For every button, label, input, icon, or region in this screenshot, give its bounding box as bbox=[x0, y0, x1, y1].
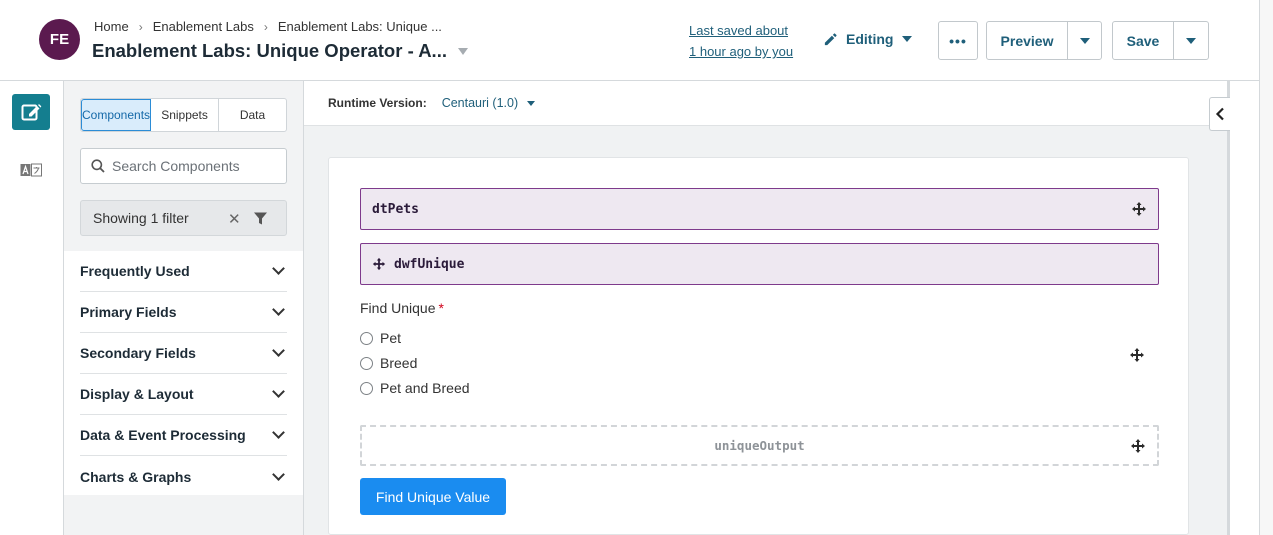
components-panel: Components Snippets Data Showing 1 filte… bbox=[64, 81, 304, 535]
radio-option-pet-and-breed[interactable]: Pet and Breed bbox=[360, 380, 470, 396]
editor-main: Runtime Version: Centauri (1.0) dtPets d… bbox=[304, 81, 1227, 535]
last-saved-line1: Last saved about bbox=[689, 23, 789, 38]
category-label: Data & Event Processing bbox=[80, 427, 246, 443]
component-name: uniqueOutput bbox=[714, 438, 805, 453]
edit-square-icon bbox=[21, 104, 42, 121]
component-dwfunique[interactable]: dwfUnique bbox=[360, 243, 1159, 285]
window-scrollbar[interactable] bbox=[1259, 0, 1273, 535]
filter-status-text: Showing 1 filter bbox=[93, 210, 189, 226]
tab-snippets[interactable]: Snippets bbox=[151, 99, 220, 131]
edit-page-icon[interactable] bbox=[12, 94, 50, 130]
preview-dropdown-button[interactable] bbox=[1067, 21, 1102, 60]
field-label-text: Find Unique bbox=[360, 300, 436, 316]
find-unique-value-button[interactable]: Find Unique Value bbox=[360, 478, 506, 515]
caret-down-icon[interactable] bbox=[527, 100, 536, 106]
chevron-down-icon bbox=[272, 426, 285, 439]
save-dropdown-button[interactable] bbox=[1173, 21, 1209, 60]
move-icon[interactable] bbox=[1130, 438, 1146, 454]
mode-dropdown[interactable]: Editing bbox=[823, 31, 913, 47]
category-label: Frequently Used bbox=[80, 263, 190, 279]
save-button[interactable]: Save bbox=[1112, 21, 1174, 60]
panel-tabs: Components Snippets Data bbox=[80, 98, 287, 132]
collapse-panel-button[interactable] bbox=[1209, 97, 1230, 131]
find-unique-label: Find Unique * bbox=[360, 300, 444, 316]
category-secondary-fields[interactable]: Secondary Fields bbox=[80, 333, 287, 374]
required-marker: * bbox=[438, 300, 444, 316]
radio-button[interactable] bbox=[360, 331, 373, 345]
category-data-event-processing[interactable]: Data & Event Processing bbox=[80, 415, 287, 456]
breadcrumb-enablement-labs[interactable]: Enablement Labs bbox=[153, 19, 254, 34]
last-saved-link[interactable]: Last saved about 1 hour ago by you bbox=[689, 20, 793, 62]
filter-funnel-icon[interactable] bbox=[253, 211, 268, 226]
translation-icon[interactable] bbox=[20, 163, 42, 182]
left-rail bbox=[0, 81, 64, 535]
translate-icon bbox=[20, 163, 42, 177]
caret-down-icon bbox=[902, 36, 913, 42]
runtime-bar: Runtime Version: Centauri (1.0) bbox=[304, 81, 1227, 126]
radio-label: Breed bbox=[380, 355, 418, 371]
radio-option-pet[interactable]: Pet bbox=[360, 330, 401, 346]
more-options-button[interactable]: ••• bbox=[938, 21, 978, 60]
right-panel-divider bbox=[1227, 81, 1230, 535]
component-name: dwfUnique bbox=[394, 256, 465, 272]
search-icon bbox=[91, 159, 105, 173]
preview-button[interactable]: Preview bbox=[986, 21, 1068, 60]
chevron-down-icon bbox=[272, 385, 285, 398]
category-label: Secondary Fields bbox=[80, 345, 196, 361]
user-avatar[interactable]: FE bbox=[39, 19, 80, 60]
chevron-right-icon: › bbox=[138, 19, 143, 34]
category-display-layout[interactable]: Display & Layout bbox=[80, 374, 287, 415]
page-title-text: Enablement Labs: Unique Operator - A... bbox=[92, 40, 447, 61]
runtime-version-dropdown[interactable]: Centauri (1.0) bbox=[442, 96, 518, 110]
page-canvas: dtPets dwfUnique Find Unique * Pet Breed … bbox=[328, 157, 1189, 535]
clear-filter-icon[interactable]: ✕ bbox=[228, 210, 241, 228]
search-box bbox=[80, 148, 287, 184]
mode-label: Editing bbox=[846, 31, 894, 47]
breadcrumb-home[interactable]: Home bbox=[94, 19, 129, 34]
category-primary-fields[interactable]: Primary Fields bbox=[80, 292, 287, 333]
tab-data[interactable]: Data bbox=[219, 99, 286, 131]
chevron-left-icon bbox=[1215, 107, 1224, 121]
chevron-down-icon bbox=[272, 344, 285, 357]
chevron-down-icon bbox=[272, 303, 285, 316]
category-label: Primary Fields bbox=[80, 304, 177, 320]
radio-label: Pet and Breed bbox=[380, 380, 470, 396]
chevron-down-icon bbox=[272, 262, 285, 275]
category-label: Display & Layout bbox=[80, 386, 194, 402]
move-icon[interactable] bbox=[1129, 347, 1145, 363]
page-title[interactable]: Enablement Labs: Unique Operator - A... bbox=[92, 40, 468, 62]
filter-bar[interactable]: Showing 1 filter ✕ bbox=[80, 200, 287, 236]
component-uniqueoutput[interactable]: uniqueOutput bbox=[360, 425, 1159, 466]
search-components-input[interactable] bbox=[112, 158, 272, 174]
chevron-down-icon bbox=[272, 467, 285, 481]
app-header: FE Home › Enablement Labs › Enablement L… bbox=[0, 0, 1259, 81]
component-dtpets[interactable]: dtPets bbox=[360, 188, 1159, 230]
runtime-label: Runtime Version: bbox=[328, 96, 427, 110]
caret-down-icon bbox=[1079, 37, 1090, 44]
component-name: dtPets bbox=[372, 201, 419, 217]
chevron-right-icon: › bbox=[263, 19, 268, 34]
breadcrumb-current[interactable]: Enablement Labs: Unique ... bbox=[278, 19, 442, 34]
last-saved-line2: 1 hour ago by you bbox=[689, 44, 794, 59]
caret-down-icon bbox=[1186, 37, 1196, 44]
breadcrumb: Home › Enablement Labs › Enablement Labs… bbox=[94, 19, 442, 34]
category-label: Charts & Graphs bbox=[80, 468, 192, 485]
pencil-icon bbox=[824, 32, 837, 45]
radio-button[interactable] bbox=[360, 381, 373, 395]
tab-components[interactable]: Components bbox=[81, 99, 152, 131]
radio-label: Pet bbox=[380, 330, 402, 346]
move-icon[interactable] bbox=[1131, 201, 1147, 217]
caret-down-icon[interactable] bbox=[457, 47, 468, 55]
radio-option-breed[interactable]: Breed bbox=[360, 355, 417, 371]
category-frequently-used[interactable]: Frequently Used bbox=[80, 251, 287, 292]
category-charts-graphs[interactable]: Charts & Graphs bbox=[80, 456, 287, 497]
move-icon[interactable] bbox=[372, 257, 386, 271]
radio-button[interactable] bbox=[360, 356, 373, 370]
component-categories: Frequently Used Primary Fields Secondary… bbox=[64, 251, 303, 497]
